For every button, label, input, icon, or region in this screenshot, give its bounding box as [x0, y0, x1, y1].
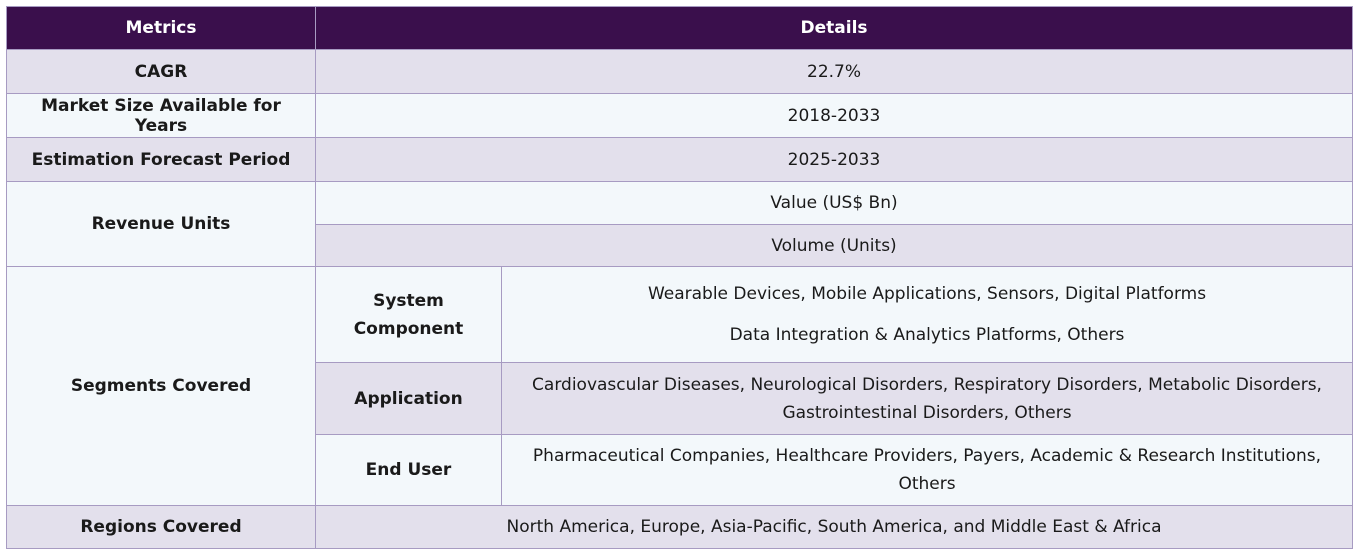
row-market-size: Market Size Available for Years 2018-203… — [6, 93, 1354, 138]
report-metrics-table-container: Metrics Details CAGR 22.7% Market Size A… — [6, 6, 1354, 549]
forecast-label: Estimation Forecast Period — [6, 137, 316, 182]
report-metrics-table: Metrics Details CAGR 22.7% Market Size A… — [6, 6, 1354, 549]
regions-value: North America, Europe, Asia-Pacific, Sou… — [314, 505, 1354, 549]
cagr-label: CAGR — [6, 49, 316, 94]
segment-value-end-user: Pharmaceutical Companies, Healthcare Pro… — [500, 434, 1354, 506]
revenue-unit-value: Value (US$ Bn) — [314, 181, 1354, 225]
system-component-line1: Wearable Devices, Mobile Applications, S… — [647, 283, 1207, 304]
row-revenue-units: Revenue Units Value (US$ Bn) — [6, 181, 1354, 267]
segment-value-application: Cardiovascular Diseases, Neurological Di… — [500, 362, 1354, 435]
segment-name-end-user: End User — [315, 434, 502, 506]
header-details: Details — [314, 6, 1354, 50]
regions-label: Regions Covered — [6, 505, 316, 549]
revenue-unit-volume: Volume (Units) — [314, 224, 1354, 267]
segment-name-line2: Component — [353, 318, 464, 339]
row-system-component: Segments Covered System Component Wearab… — [6, 266, 1354, 506]
system-component-line2: Data Integration & Analytics Platforms, … — [729, 324, 1125, 345]
segment-name-application: Application — [315, 362, 502, 435]
market-size-value: 2018-2033 — [314, 93, 1354, 138]
row-regions: Regions Covered North America, Europe, A… — [6, 505, 1354, 549]
revenue-units-label: Revenue Units — [6, 181, 316, 267]
header-metrics: Metrics — [6, 6, 316, 50]
market-size-label: Market Size Available for Years — [6, 93, 316, 138]
row-forecast: Estimation Forecast Period 2025-2033 — [6, 137, 1354, 182]
cagr-value: 22.7% — [314, 49, 1354, 94]
segment-name-system-component: System Component — [315, 266, 502, 363]
header-row: Metrics Details — [6, 6, 1354, 50]
segments-covered-label: Segments Covered — [6, 266, 316, 506]
forecast-value: 2025-2033 — [314, 137, 1354, 182]
segment-value-system-component: Wearable Devices, Mobile Applications, S… — [500, 266, 1354, 363]
segment-name-line1: System — [373, 290, 444, 311]
row-cagr: CAGR 22.7% — [6, 49, 1354, 94]
